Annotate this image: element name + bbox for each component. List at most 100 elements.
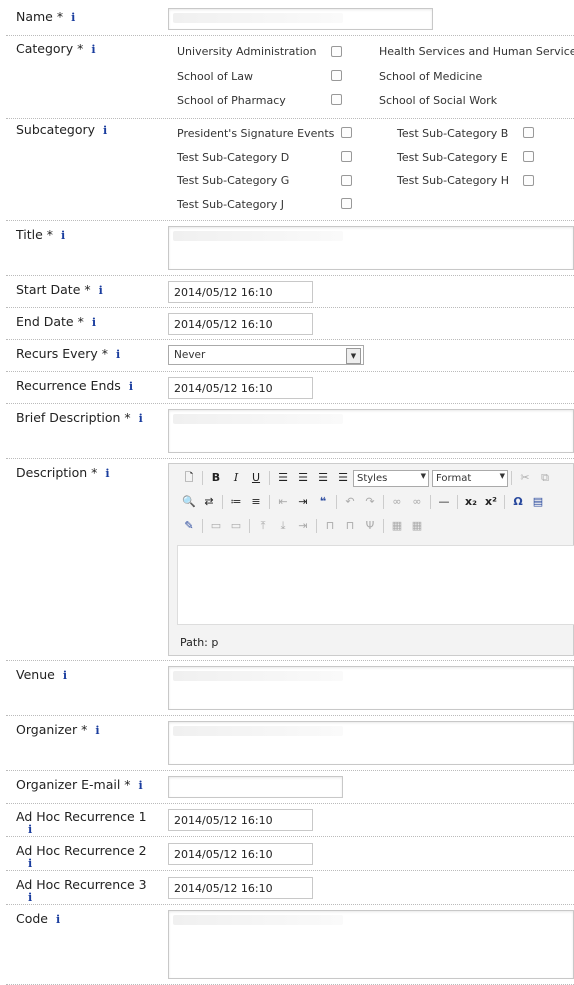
organizer-input[interactable] [168, 721, 574, 765]
link-icon[interactable]: ∞ [387, 493, 407, 511]
insert-row-after-icon[interactable]: ⤓ [273, 517, 293, 535]
recurs-every-label: Recurs Every * [16, 346, 108, 361]
info-icon[interactable]: i [92, 316, 96, 329]
end-date-label: End Date * [16, 314, 84, 329]
numbered-list-icon[interactable]: ≡ [246, 493, 266, 511]
styles-dropdown[interactable]: Styles ▼ [353, 469, 429, 487]
align-right-icon[interactable]: ☰ [313, 469, 333, 487]
split-cell-icon[interactable]: ▦ [387, 517, 407, 535]
subcategory-checkbox[interactable] [341, 127, 352, 138]
rich-text-editor: 🗋 B I U ☰ ☰ ☰ ☰ Styles ▼ Format ▼ ✂ ⧉ 🔍 ⇄ … [168, 463, 574, 656]
table-column-icon[interactable]: ▭ [226, 517, 246, 535]
merge-cells-icon[interactable]: ▦ [407, 517, 427, 535]
name-input[interactable] [168, 8, 433, 30]
chevron-down-icon: ▼ [346, 348, 361, 364]
indent-icon[interactable]: ⇥ [293, 493, 313, 511]
undo-icon[interactable]: ↶ [340, 493, 360, 511]
toolbar-separator [249, 519, 250, 533]
align-center-icon[interactable]: ☰ [293, 469, 313, 487]
insert-col-after-icon[interactable]: ⊓ [340, 517, 360, 535]
organizer-email-input[interactable] [168, 776, 343, 798]
category-option-label: Health Services and Human Services [379, 45, 574, 58]
table-row-icon[interactable]: ▭ [206, 517, 226, 535]
info-icon[interactable]: i [116, 348, 120, 361]
recurs-every-select[interactable]: Never ▼ [168, 345, 364, 365]
subcategory-checkbox[interactable] [341, 175, 352, 186]
format-dropdown[interactable]: Format ▼ [432, 469, 508, 487]
subscript-icon[interactable]: x₂ [461, 493, 481, 511]
info-icon[interactable]: i [91, 43, 95, 56]
info-icon[interactable]: i [129, 380, 133, 393]
title-label: Title * [16, 227, 54, 242]
italic-icon[interactable]: I [226, 469, 246, 487]
category-checkbox[interactable] [331, 94, 342, 105]
new-page-icon[interactable]: 🗋 [179, 469, 199, 487]
adhoc-recurrence-3-input[interactable]: 2014/05/12 16:10 [168, 877, 313, 899]
justify-icon[interactable]: ☰ [333, 469, 353, 487]
table-icon[interactable]: ▤ [528, 493, 548, 511]
bold-icon[interactable]: B [206, 469, 226, 487]
adhoc-recurrence-2-input[interactable]: 2014/05/12 16:10 [168, 843, 313, 865]
info-icon[interactable]: i [71, 11, 75, 24]
info-icon[interactable]: i [99, 284, 103, 297]
editor-content-area[interactable] [177, 545, 574, 625]
venue-input[interactable] [168, 666, 574, 710]
superscript-icon[interactable]: x² [481, 493, 501, 511]
subcategory-checkbox[interactable] [341, 198, 352, 209]
replace-icon[interactable]: ⇄ [199, 493, 219, 511]
subcategory-option-label: Test Sub-Category D [177, 151, 290, 164]
find-icon[interactable]: 🔍 [179, 493, 199, 511]
horizontal-rule-icon[interactable]: — [434, 493, 454, 511]
info-icon[interactable]: i [28, 857, 32, 870]
delete-col-icon[interactable]: Ψ [360, 517, 380, 535]
brief-description-input[interactable] [168, 409, 574, 453]
category-option-label: University Administration [177, 45, 317, 58]
bulleted-list-icon[interactable]: ≔ [226, 493, 246, 511]
insert-col-before-icon[interactable]: ⊓ [320, 517, 340, 535]
category-checkbox[interactable] [331, 70, 342, 81]
info-icon[interactable]: i [56, 913, 60, 926]
subcategory-option-label: Test Sub-Category E [397, 151, 508, 164]
editor-toolbar-row-2: 🔍 ⇄ ≔ ≡ ⇤ ⇥ ❝ ↶ ↷ ∞ ∞ — x₂ x² Ω ▤ [179, 492, 548, 512]
underline-icon[interactable]: U [246, 469, 266, 487]
category-option-label: School of Law [177, 70, 253, 83]
adhoc-recurrence-3-label: Ad Hoc Recurrence 3 [16, 877, 147, 892]
code-input[interactable] [168, 910, 574, 979]
subcategory-checkbox[interactable] [341, 151, 352, 162]
edit-source-icon[interactable]: ✎ [179, 517, 199, 535]
delete-row-icon[interactable]: ⇥ [293, 517, 313, 535]
insert-row-before-icon[interactable]: ⤒ [253, 517, 273, 535]
info-icon[interactable]: i [139, 412, 143, 425]
info-icon[interactable]: i [63, 669, 67, 682]
styles-dropdown-label: Styles [357, 472, 388, 484]
info-icon[interactable]: i [139, 779, 143, 792]
special-char-icon[interactable]: Ω [508, 493, 528, 511]
info-icon[interactable]: i [28, 891, 32, 904]
adhoc-recurrence-1-input[interactable]: 2014/05/12 16:10 [168, 809, 313, 831]
start-date-input[interactable]: 2014/05/12 16:10 [168, 281, 313, 303]
toolbar-separator [222, 495, 223, 509]
info-icon[interactable]: i [105, 467, 109, 480]
recurrence-ends-input[interactable]: 2014/05/12 16:10 [168, 377, 313, 399]
blockquote-icon[interactable]: ❝ [313, 493, 333, 511]
redo-icon[interactable]: ↷ [360, 493, 380, 511]
chevron-down-icon: ▼ [420, 471, 426, 480]
info-icon[interactable]: i [103, 124, 107, 137]
title-input[interactable] [168, 226, 574, 270]
info-icon[interactable]: i [28, 823, 32, 836]
category-checkbox[interactable] [331, 46, 342, 57]
outdent-icon[interactable]: ⇤ [273, 493, 293, 511]
subcategory-option-label: Test Sub-Category J [177, 198, 285, 211]
cut-icon[interactable]: ✂ [515, 469, 535, 487]
info-icon[interactable]: i [95, 724, 99, 737]
end-date-input[interactable]: 2014/05/12 16:10 [168, 313, 313, 335]
copy-icon[interactable]: ⧉ [535, 469, 555, 487]
info-icon[interactable]: i [61, 229, 65, 242]
subcategory-checkbox[interactable] [523, 151, 534, 162]
brief-description-label: Brief Description * [16, 410, 131, 425]
subcategory-checkbox[interactable] [523, 127, 534, 138]
unlink-icon[interactable]: ∞ [407, 493, 427, 511]
subcategory-checkbox[interactable] [523, 175, 534, 186]
align-left-icon[interactable]: ☰ [273, 469, 293, 487]
editor-path: Path: p [180, 636, 219, 649]
